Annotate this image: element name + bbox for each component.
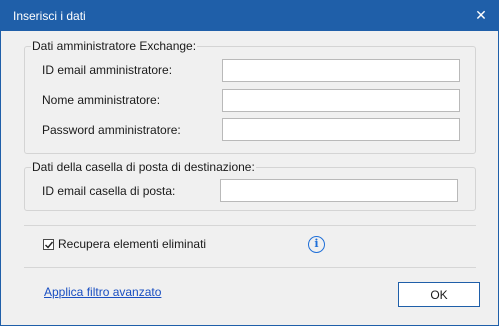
recover-deleted-label[interactable]: Recupera elementi eliminati xyxy=(58,237,206,251)
admin-name-input[interactable] xyxy=(222,89,460,112)
title-bar: Inserisci i dati ✕ xyxy=(1,1,498,31)
admin-email-input[interactable] xyxy=(222,59,460,82)
admin-data-legend: Dati amministratore Exchange: xyxy=(31,39,198,53)
recover-deleted-checkbox[interactable] xyxy=(43,239,54,250)
admin-password-label: Password amministratore: xyxy=(42,123,181,137)
ok-button[interactable]: OK xyxy=(398,282,480,307)
mailbox-email-input[interactable] xyxy=(220,179,458,202)
separator-bottom xyxy=(24,267,476,268)
separator-top xyxy=(24,225,476,226)
checkmark-icon xyxy=(45,241,54,249)
info-icon[interactable]: i xyxy=(308,236,325,253)
dialog-window: Inserisci i dati ✕ Dati amministratore E… xyxy=(0,0,499,326)
mailbox-email-label: ID email casella di posta: xyxy=(42,184,176,198)
close-icon[interactable]: ✕ xyxy=(470,5,492,25)
dialog-title: Inserisci i dati xyxy=(13,9,86,23)
advanced-filter-link[interactable]: Applica filtro avanzato xyxy=(44,285,161,299)
admin-name-label: Nome amministratore: xyxy=(42,93,161,107)
admin-password-input[interactable] xyxy=(222,118,460,141)
admin-email-label: ID email amministratore: xyxy=(42,63,173,77)
destination-mailbox-legend: Dati della casella di posta di destinazi… xyxy=(31,160,256,174)
